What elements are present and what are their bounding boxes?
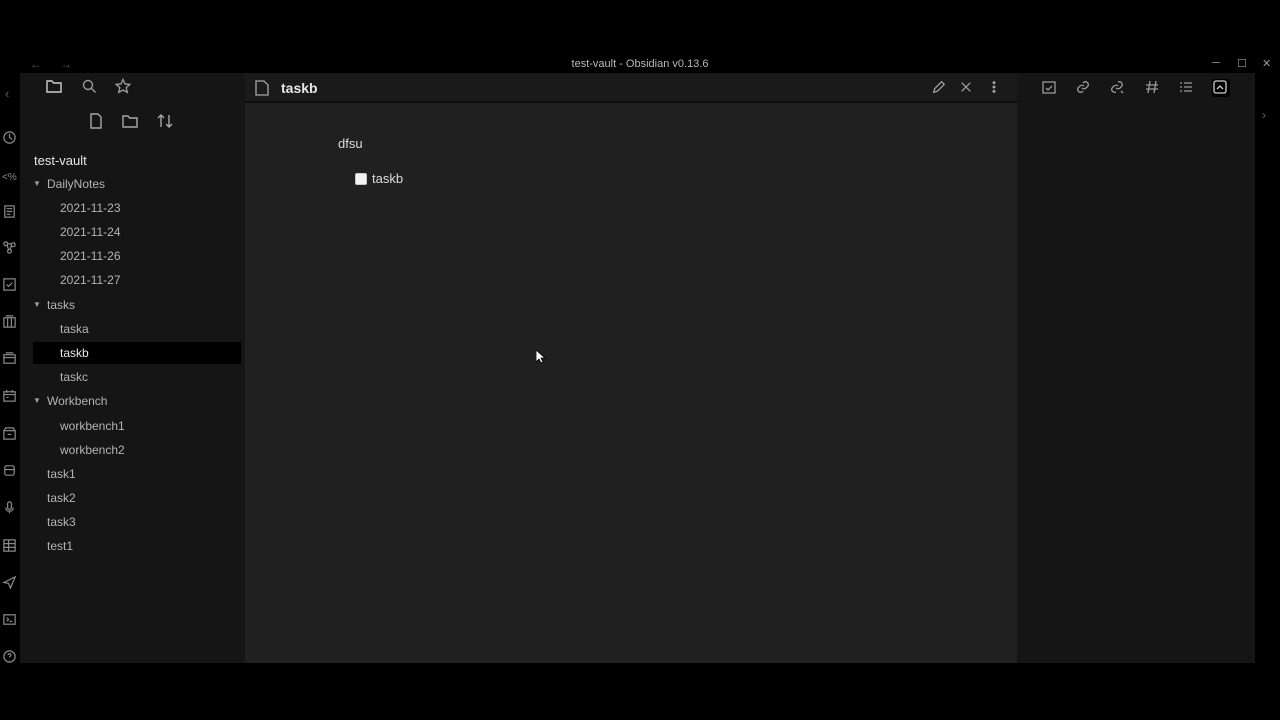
new-folder-icon[interactable] [122,113,140,131]
tree-file[interactable]: 2021-11-23 [33,197,241,219]
vault-name[interactable]: test-vault [34,153,87,168]
title-bar: ← → test-vault - Obsidian v0.13.6 ─ ☐ ✕ [0,56,1280,73]
outline-icon[interactable] [1178,79,1196,97]
send-icon[interactable] [2,575,17,590]
collapse-ribbon-icon[interactable]: ‹ [5,86,9,101]
file-label: task3 [47,515,76,529]
tree-file[interactable]: taskc [33,366,241,388]
tree-file[interactable]: 2021-11-24 [33,221,241,243]
review-icon[interactable] [1212,79,1230,97]
daily-note-icon[interactable] [2,130,17,145]
microphone-icon[interactable] [2,500,17,515]
folder-workbench[interactable]: ▼ Workbench [33,390,241,412]
tree-file[interactable]: task2 [33,487,241,509]
maximize-button[interactable]: ☐ [1237,57,1247,70]
task-checkbox[interactable] [355,173,367,185]
editor-pane: taskb dfsu taskb [245,73,1017,663]
tree-file[interactable]: 2021-11-26 [33,245,241,267]
expand-right-sidebar-icon[interactable]: › [1262,108,1266,122]
file-label: taskc [60,370,89,384]
file-label: task2 [47,491,76,505]
table-icon[interactable] [2,538,17,553]
archive-icon[interactable] [2,426,17,441]
mouse-cursor-icon [536,350,546,364]
task-label[interactable]: taskb [372,171,403,186]
kanban-icon[interactable] [2,314,17,329]
tree-file[interactable]: taska [33,318,241,340]
sort-icon[interactable] [157,113,175,131]
templater-icon[interactable]: <% [2,167,17,183]
file-label: task1 [47,467,76,481]
terminal-icon[interactable] [2,612,17,627]
close-icon[interactable] [959,80,975,96]
file-label: test1 [47,539,74,553]
tree-file-active[interactable]: taskb [33,342,241,364]
file-label: taskb [60,346,89,360]
file-explorer-icon[interactable] [46,78,64,96]
caret-down-icon: ▼ [33,396,41,405]
file-label: 2021-11-26 [60,249,121,263]
right-sidebar [1017,73,1255,663]
caret-down-icon: ▼ [33,179,41,188]
dice-icon[interactable] [2,463,17,478]
tree-file[interactable]: workbench1 [33,415,241,437]
help-icon[interactable] [2,649,17,664]
calendar-check-icon[interactable] [1041,79,1059,97]
window-title: test-vault - Obsidian v0.13.6 [571,58,709,70]
caret-down-icon: ▼ [33,300,41,309]
close-window-button[interactable]: ✕ [1262,57,1271,70]
tags-icon[interactable] [1144,79,1162,97]
more-options-icon[interactable] [987,80,1003,96]
file-label: 2021-11-24 [60,225,121,239]
tree-file[interactable]: task1 [33,463,241,485]
note-text-line[interactable]: dfsu [338,136,363,151]
file-label: 2021-11-23 [60,201,121,215]
left-sidebar: test-vault ▼ DailyNotes 2021-11-23 2021-… [20,73,245,663]
folder-tasks[interactable]: ▼ tasks [33,294,241,316]
tasks-icon[interactable] [2,277,17,292]
search-icon[interactable] [81,78,99,96]
tree-file[interactable]: test1 [33,535,241,557]
file-label: workbench2 [60,443,125,457]
left-sidebar-tabs [20,73,245,101]
tree-file[interactable]: task3 [33,511,241,533]
star-icon[interactable] [114,77,133,96]
folder-label: Workbench [47,394,108,408]
file-label: taska [60,322,89,336]
backlinks-icon[interactable] [1109,79,1127,97]
editor-header: taskb [245,73,1017,103]
new-note-icon[interactable] [88,113,106,131]
note-title[interactable]: taskb [281,80,318,96]
card-icon[interactable] [2,351,17,366]
file-icon [255,80,269,96]
outgoing-links-icon[interactable] [1075,79,1093,97]
folder-dailynotes[interactable]: ▼ DailyNotes [33,173,241,195]
tree-file[interactable]: workbench2 [33,439,241,461]
file-label: workbench1 [60,419,125,433]
edit-icon[interactable] [932,80,948,96]
ribbon: ‹ <% [0,73,20,663]
file-label: 2021-11-27 [60,273,121,287]
template-icon[interactable] [2,204,17,219]
folder-label: tasks [47,298,76,312]
calendar-icon[interactable] [2,388,17,403]
minimize-button[interactable]: ─ [1212,57,1220,69]
graph-icon[interactable] [2,240,17,255]
folder-label: DailyNotes [47,177,106,191]
tree-file[interactable]: 2021-11-27 [33,269,241,291]
